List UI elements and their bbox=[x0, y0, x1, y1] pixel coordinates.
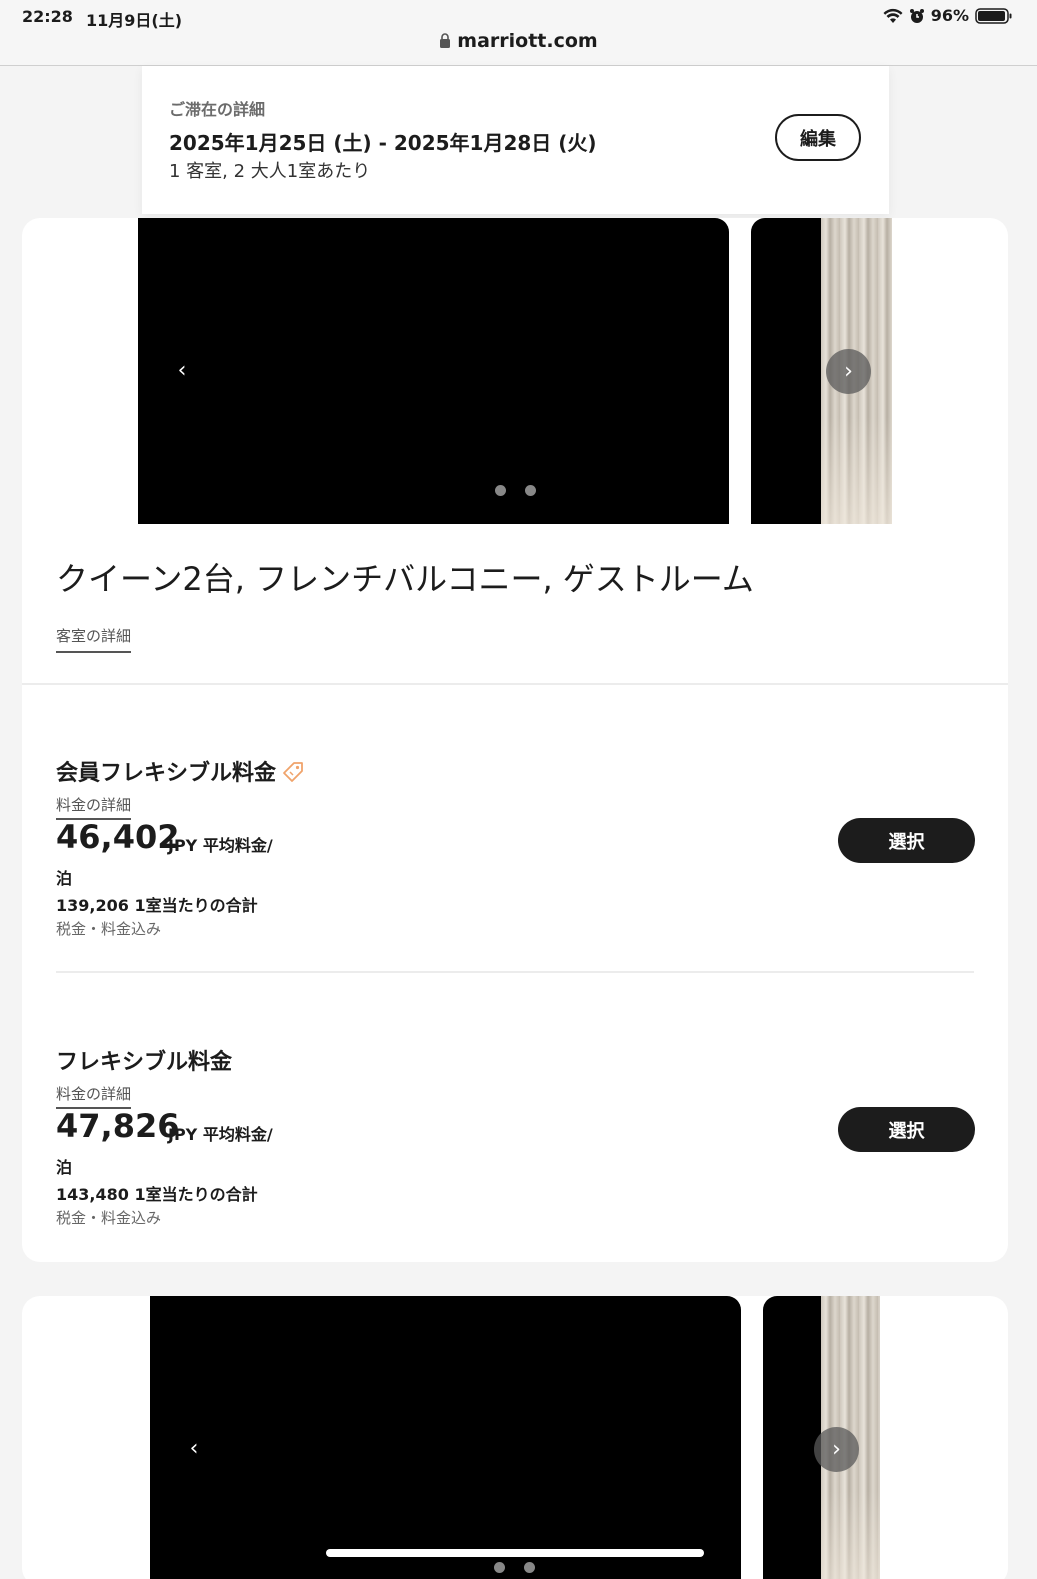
wifi-icon bbox=[883, 8, 903, 23]
next-photo-icon[interactable]: › bbox=[814, 1427, 859, 1472]
status-date: 11月9日(土) bbox=[86, 11, 183, 30]
tax-note: 税金・料金込み bbox=[56, 1209, 162, 1227]
room-photo-next[interactable]: › bbox=[751, 218, 892, 524]
price-unit: JPY 平均料金/ bbox=[168, 836, 273, 855]
tax-note: 税金・料金込み bbox=[56, 920, 162, 938]
battery-icon bbox=[975, 7, 1012, 24]
room-photo-main[interactable]: ‹ bbox=[150, 1296, 741, 1579]
rate-details-link[interactable]: 料金の詳細 bbox=[56, 794, 132, 820]
carousel-dot[interactable] bbox=[495, 485, 506, 496]
room-details-link[interactable]: 客室の詳細 bbox=[56, 625, 132, 653]
stay-guests: 1 客室, 2 大人1室あたり bbox=[169, 161, 371, 182]
previous-photo-icon[interactable]: ‹ bbox=[167, 356, 197, 386]
url-bar[interactable]: marriott.com bbox=[0, 30, 1037, 52]
price-unit: JPY 平均料金/ bbox=[168, 1125, 273, 1144]
member-tag-icon bbox=[283, 762, 303, 782]
room-photo-main[interactable]: ‹ bbox=[138, 218, 729, 524]
select-rate-button[interactable]: 選択 bbox=[838, 818, 975, 863]
status-indicators: 96% bbox=[883, 6, 1013, 25]
rate-title: 会員フレキシブル料金 bbox=[56, 755, 304, 787]
total-price: 143,480 1室当たりの合計 bbox=[56, 1185, 258, 1204]
average-price: 46,402 bbox=[56, 818, 180, 856]
rate-name: 会員フレキシブル料金 bbox=[56, 761, 277, 786]
url-text: marriott.com bbox=[457, 30, 598, 52]
stay-dates: 2025年1月25日 (土) - 2025年1月28日 (火) bbox=[169, 131, 597, 155]
select-rate-button[interactable]: 選択 bbox=[838, 1107, 975, 1152]
status-time: 22:28 bbox=[22, 7, 73, 26]
room-title: クイーン2台, フレンチバルコニー, ゲストルーム bbox=[56, 560, 754, 598]
rate-title: フレキシブル料金 bbox=[56, 1044, 232, 1076]
carousel-dot[interactable] bbox=[494, 1562, 505, 1573]
stay-details-label: ご滞在の詳細 bbox=[169, 100, 266, 119]
home-indicator[interactable] bbox=[326, 1549, 704, 1557]
stay-details-panel: ご滞在の詳細 2025年1月25日 (土) - 2025年1月28日 (火) 1… bbox=[142, 66, 889, 214]
divider bbox=[56, 971, 974, 973]
next-photo-icon[interactable]: › bbox=[826, 349, 871, 394]
lock-icon bbox=[440, 33, 451, 48]
edit-button[interactable]: 編集 bbox=[775, 114, 861, 161]
browser-status-bar: 22:28 11月9日(土) 96% marriott.com bbox=[0, 0, 1037, 66]
room-photo-next[interactable]: › bbox=[763, 1296, 880, 1579]
rate-name: フレキシブル料金 bbox=[56, 1050, 233, 1075]
previous-photo-icon[interactable]: ‹ bbox=[179, 1434, 209, 1464]
alarm-icon bbox=[909, 8, 924, 23]
room-card: ‹ › クイーン2台, フレンチバルコニー, ゲストルーム 客室の詳細 会員フレ… bbox=[22, 218, 1008, 1262]
price-per-night: 泊 bbox=[56, 869, 73, 888]
price-per-night: 泊 bbox=[56, 1158, 73, 1177]
carousel-dot[interactable] bbox=[525, 485, 536, 496]
room-card: ‹ › bbox=[22, 1296, 1008, 1579]
total-price: 139,206 1室当たりの合計 bbox=[56, 896, 258, 915]
divider bbox=[22, 683, 1008, 685]
carousel-dot[interactable] bbox=[524, 1562, 535, 1573]
battery-percent: 96% bbox=[930, 6, 969, 25]
rate-details-link[interactable]: 料金の詳細 bbox=[56, 1083, 132, 1109]
carousel-dots bbox=[495, 485, 536, 496]
average-price: 47,826 bbox=[56, 1107, 180, 1145]
carousel-dots bbox=[494, 1562, 535, 1573]
